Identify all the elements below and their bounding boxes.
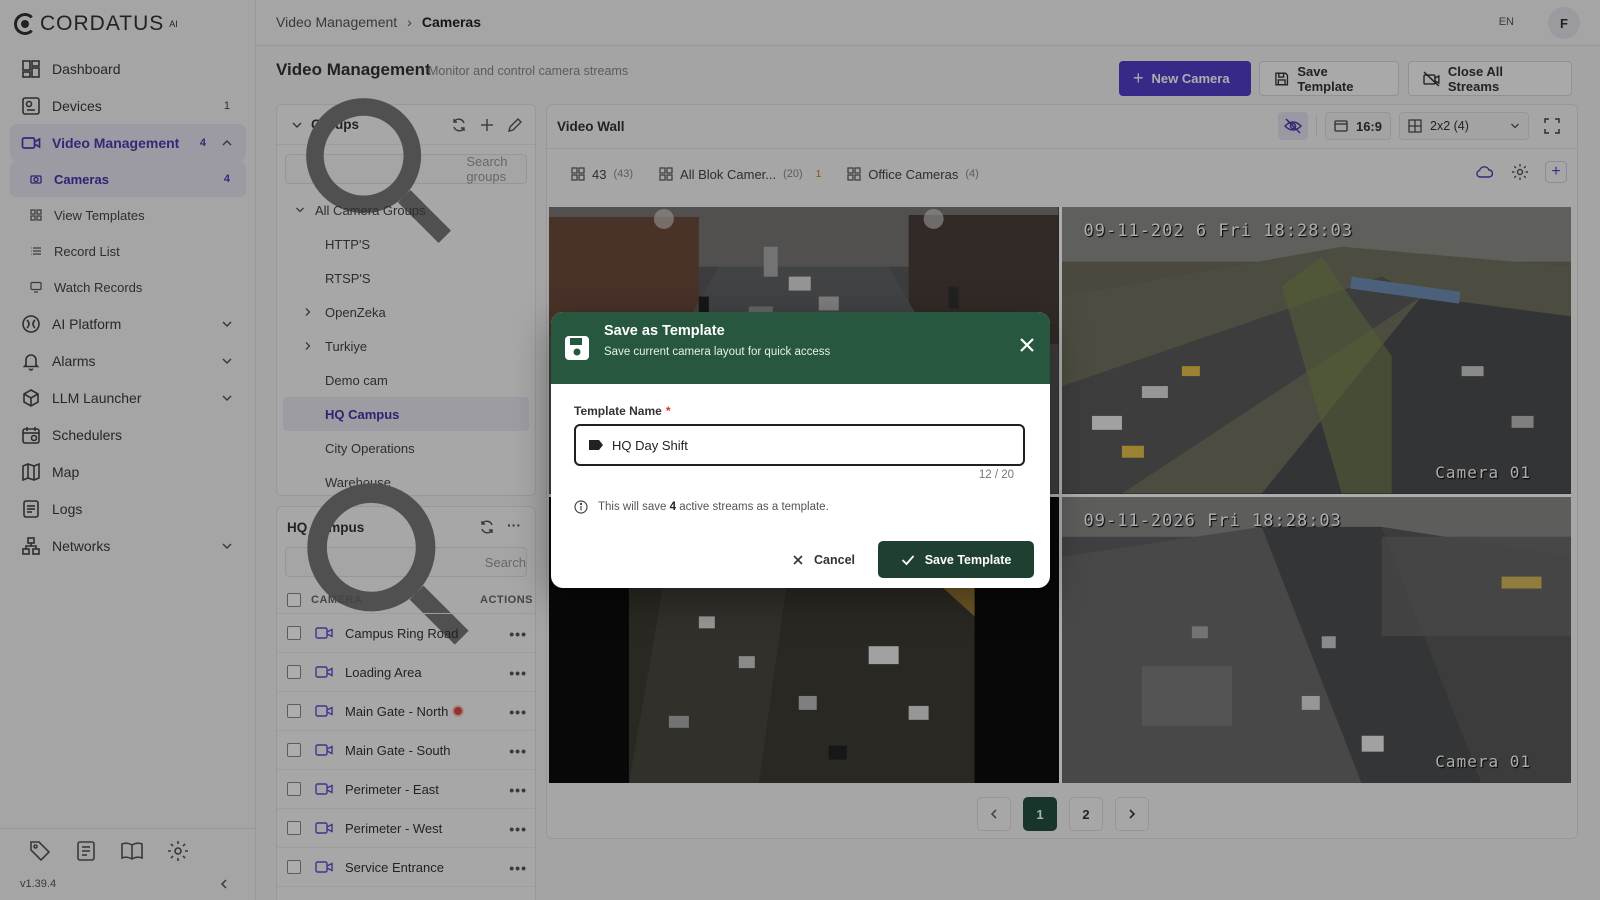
dialog-title: Save as Template <box>604 323 725 339</box>
info-note-text: This will save 4 active streams as a tem… <box>598 501 829 513</box>
field-label-text: Template Name <box>574 404 662 418</box>
note-stream-count: 4 <box>669 501 676 513</box>
close-icon <box>793 555 803 565</box>
note-suffix: active streams as a template. <box>679 501 829 513</box>
floppy-icon <box>565 336 589 360</box>
close-icon[interactable] <box>1018 336 1036 354</box>
note-prefix: This will save <box>598 501 667 513</box>
cancel-button[interactable]: Cancel <box>780 543 867 577</box>
info-note: This will save 4 active streams as a tem… <box>574 500 829 514</box>
character-counter: 12 / 20 <box>978 469 1014 481</box>
check-icon <box>901 554 914 565</box>
tag-icon <box>589 440 603 450</box>
save-template-dialog: Save as Template Save current camera lay… <box>551 312 1050 588</box>
save-label: Save Template <box>924 552 1012 567</box>
dialog-header: Save as Template Save current camera lay… <box>551 312 1050 384</box>
cancel-label: Cancel <box>814 553 855 567</box>
dialog-subtitle: Save current camera layout for quick acc… <box>604 346 831 358</box>
info-icon <box>574 500 588 514</box>
template-name-label: Template Name * <box>574 404 670 418</box>
template-name-input[interactable]: HQ Day Shift <box>574 424 1025 466</box>
required-mark: * <box>665 404 671 418</box>
template-name-value: HQ Day Shift <box>612 437 688 453</box>
save-template-button[interactable]: Save Template <box>878 541 1034 578</box>
